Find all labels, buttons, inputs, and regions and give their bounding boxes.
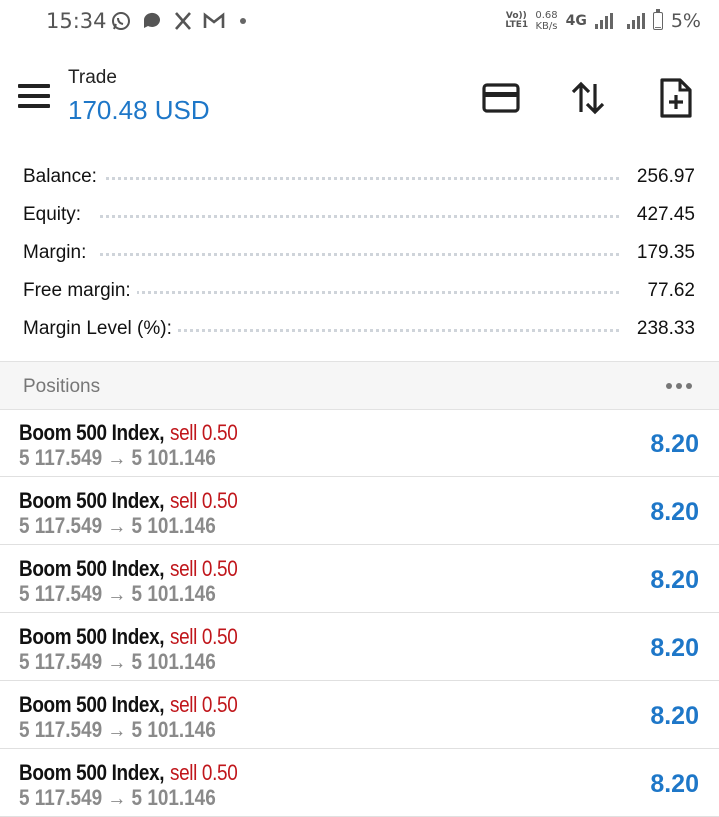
dotted-leader (100, 177, 619, 180)
position-row[interactable]: Boom 500 Index, sell 0.50 5 117.549 → 5 1… (0, 477, 719, 545)
position-side: sell 0.50 (169, 420, 238, 445)
position-profit: 8.20 (650, 566, 699, 594)
summary-value: 238.33 (628, 318, 695, 340)
speed-unit: KB/s (535, 21, 558, 32)
summary-label: Free margin: (23, 280, 137, 302)
system-indicators: Vo)) LTE1 0.68 KB/s 4G 5% (505, 8, 701, 34)
battery-percent: 5% (670, 10, 701, 32)
x-icon (172, 10, 194, 32)
add-document-icon[interactable] (654, 76, 698, 120)
position-side: sell 0.50 (169, 556, 238, 581)
dotted-leader (100, 215, 619, 218)
position-side: sell 0.50 (169, 624, 238, 649)
dotted-leader (100, 253, 619, 256)
network-type: 4G (565, 13, 587, 29)
position-row[interactable]: Boom 500 Index, sell 0.50 5 117.549 → 5 1… (0, 749, 719, 817)
page-title: Trade (68, 67, 117, 88)
summary-row: Free margin: 77.62 (0, 272, 719, 310)
battery-icon (652, 9, 663, 30)
position-profit: 8.20 (650, 430, 699, 458)
summary-label: Equity: (23, 204, 88, 226)
position-symbol: Boom 500 Index, (19, 488, 165, 513)
position-symbol: Boom 500 Index, (19, 692, 165, 717)
card-icon[interactable] (479, 76, 523, 120)
summary-value: 77.62 (639, 280, 695, 302)
position-title: Boom 500 Index, sell 0.50 (19, 692, 248, 718)
position-side: sell 0.50 (169, 760, 238, 785)
position-title: Boom 500 Index, sell 0.50 (19, 488, 248, 514)
sort-arrows-icon[interactable] (566, 76, 610, 120)
position-profit: 8.20 (650, 702, 699, 730)
position-prices: 5 117.549 → 5 101.146 (19, 445, 216, 470)
position-row[interactable]: Boom 500 Index, sell 0.50 5 117.549 → 5 1… (0, 613, 719, 681)
network-speed: 0.68 KB/s (535, 10, 557, 32)
position-prices: 5 117.549 → 5 101.146 (19, 581, 216, 606)
summary-row: Margin: 179.35 (0, 234, 719, 272)
speed-value: 0.68 (535, 10, 558, 21)
signal-icon (594, 13, 613, 29)
position-profit: 8.20 (650, 634, 699, 662)
position-prices: 5 117.549 → 5 101.146 (19, 513, 216, 538)
summary-label: Margin: (23, 242, 93, 264)
summary-value: 427.45 (628, 204, 695, 226)
dotted-leader (100, 291, 619, 294)
signal-icon-2 (626, 13, 645, 29)
summary-row: Balance: 256.97 (0, 158, 719, 196)
summary-label: Margin Level (%): (23, 318, 178, 340)
whatsapp-icon (110, 10, 132, 32)
summary-label: Balance: (23, 166, 103, 188)
more-options-icon[interactable] (666, 383, 692, 389)
position-title: Boom 500 Index, sell 0.50 (19, 420, 248, 446)
positions-header: Positions (0, 361, 719, 410)
position-symbol: Boom 500 Index, (19, 420, 165, 445)
summary-row: Margin Level (%): 238.33 (0, 310, 719, 348)
chat-icon (141, 10, 163, 32)
position-title: Boom 500 Index, sell 0.50 (19, 556, 248, 582)
status-time: 15:34 (46, 9, 107, 33)
position-title: Boom 500 Index, sell 0.50 (19, 760, 248, 786)
position-symbol: Boom 500 Index, (19, 556, 165, 581)
position-row[interactable]: Boom 500 Index, sell 0.50 5 117.549 → 5 1… (0, 545, 719, 613)
position-symbol: Boom 500 Index, (19, 760, 165, 785)
positions-list: Boom 500 Index, sell 0.50 5 117.549 → 5 1… (0, 409, 719, 817)
more-notifications-dot (240, 18, 246, 24)
position-title: Boom 500 Index, sell 0.50 (19, 624, 248, 650)
position-prices: 5 117.549 → 5 101.146 (19, 649, 216, 674)
position-side: sell 0.50 (169, 692, 238, 717)
position-profit: 8.20 (650, 498, 699, 526)
account-summary: Balance: 256.97 Equity: 427.45 Margin: 179.35… (0, 158, 719, 348)
menu-icon[interactable] (18, 84, 50, 108)
position-prices: 5 117.549 → 5 101.146 (19, 717, 216, 742)
summary-row: Equity: 427.45 (0, 196, 719, 234)
notification-icons (110, 10, 246, 32)
summary-value: 256.97 (628, 166, 695, 188)
position-row[interactable]: Boom 500 Index, sell 0.50 5 117.549 → 5 1… (0, 409, 719, 477)
status-bar: 15:34 Vo)) LTE1 0.68 KB/s 4G 5% (0, 0, 719, 44)
volte-indicator: Vo)) LTE1 (505, 11, 529, 30)
account-profit: 170.48 USD (68, 95, 210, 125)
position-symbol: Boom 500 Index, (19, 624, 165, 649)
app-bar: Trade 170.48 USD (0, 58, 719, 144)
position-prices: 5 117.549 → 5 101.146 (19, 785, 216, 810)
gmail-icon (203, 10, 225, 32)
summary-value: 179.35 (628, 242, 695, 264)
position-side: sell 0.50 (169, 488, 238, 513)
position-row[interactable]: Boom 500 Index, sell 0.50 5 117.549 → 5 1… (0, 681, 719, 749)
positions-title: Positions (23, 376, 101, 397)
position-profit: 8.20 (650, 770, 699, 798)
